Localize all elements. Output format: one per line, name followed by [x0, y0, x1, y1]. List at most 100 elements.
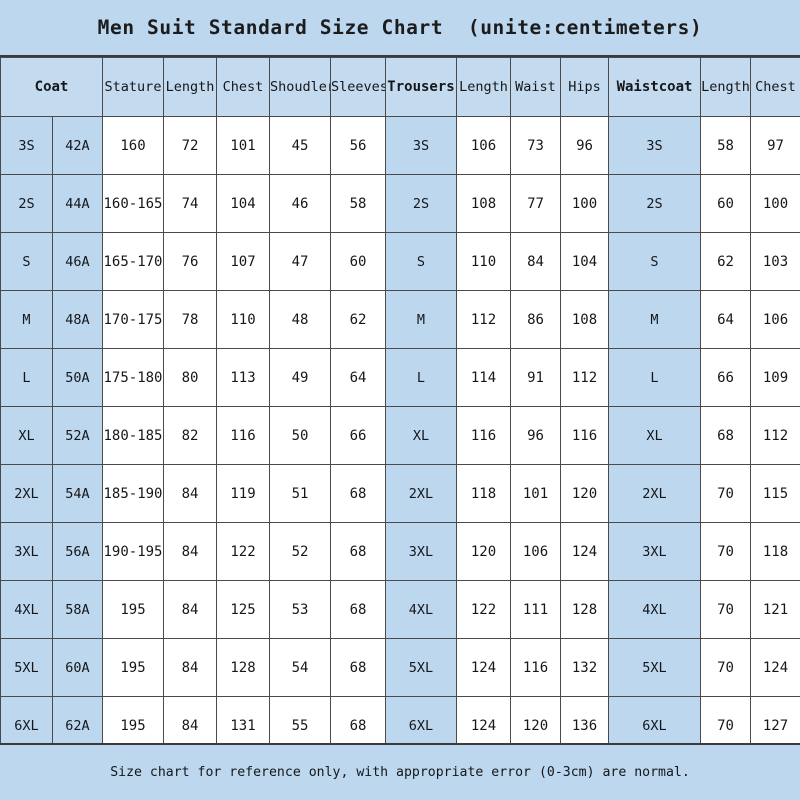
cell-waist: 73 [510, 116, 561, 175]
cell-stature: 185-190 [102, 464, 164, 523]
table-row: XL 52A 180-185 82 116 50 66 XL 116 96 116 XL 68 112 [0, 406, 800, 465]
cell-shoulder: 55 [269, 696, 331, 743]
cell-waist: 86 [510, 290, 561, 349]
cell-waistcoat-length: 70 [700, 580, 751, 639]
cell-sleeves: 68 [330, 522, 386, 581]
cell-waistcoat-chest: 112 [750, 406, 800, 465]
cell-coat-size: 3XL [0, 522, 53, 581]
cell-trousers-length: 124 [456, 638, 511, 697]
column-header-coat-chest: Chest [216, 57, 270, 117]
cell-hips: 128 [560, 580, 609, 639]
cell-coat-number: 50A [52, 348, 103, 407]
table-row: 5XL 60A 195 84 128 54 68 5XL 124 116 132 5XL 70 124 [0, 638, 800, 697]
cell-trousers-length: 116 [456, 406, 511, 465]
cell-waist: 77 [510, 174, 561, 233]
cell-coat-length: 82 [163, 406, 217, 465]
cell-trousers-size: L [385, 348, 457, 407]
cell-waistcoat-chest: 100 [750, 174, 800, 233]
cell-waistcoat-length: 66 [700, 348, 751, 407]
cell-hips: 132 [560, 638, 609, 697]
cell-waistcoat-length: 58 [700, 116, 751, 175]
cell-coat-number: 44A [52, 174, 103, 233]
cell-hips: 96 [560, 116, 609, 175]
column-header-waistcoat: Waistcoat [608, 57, 701, 117]
table-row: 3S 42A 160 72 101 45 56 3S 106 73 96 3S 58 97 [0, 116, 800, 175]
cell-coat-number: 60A [52, 638, 103, 697]
cell-sleeves: 62 [330, 290, 386, 349]
cell-coat-size: 4XL [0, 580, 53, 639]
cell-trousers-size: 2XL [385, 464, 457, 523]
column-header-sleeves: Sleeves [330, 57, 386, 117]
cell-coat-number: 54A [52, 464, 103, 523]
cell-trousers-size: 3XL [385, 522, 457, 581]
cell-coat-chest: 125 [216, 580, 270, 639]
cell-coat-size: 2S [0, 174, 53, 233]
cell-coat-chest: 113 [216, 348, 270, 407]
cell-waistcoat-size: L [608, 348, 701, 407]
cell-stature: 170-175 [102, 290, 164, 349]
cell-waistcoat-length: 70 [700, 696, 751, 743]
cell-trousers-size: XL [385, 406, 457, 465]
cell-sleeves: 66 [330, 406, 386, 465]
cell-shoulder: 51 [269, 464, 331, 523]
cell-waistcoat-chest: 121 [750, 580, 800, 639]
cell-coat-chest: 119 [216, 464, 270, 523]
table-row: 6XL 62A 195 84 131 55 68 6XL 124 120 136 6XL 70 127 [0, 696, 800, 743]
cell-trousers-size: 2S [385, 174, 457, 233]
cell-coat-length: 84 [163, 696, 217, 743]
table-row: 2S 44A 160-165 74 104 46 58 2S 108 77 100 2S 60 100 [0, 174, 800, 233]
cell-sleeves: 56 [330, 116, 386, 175]
cell-trousers-length: 122 [456, 580, 511, 639]
cell-coat-length: 84 [163, 638, 217, 697]
cell-coat-chest: 110 [216, 290, 270, 349]
column-header-waistcoat-chest: Chest [750, 57, 800, 117]
cell-hips: 100 [560, 174, 609, 233]
size-chart-root: Men Suit Standard Size Chart (unite:cent… [0, 0, 800, 800]
cell-waist: 120 [510, 696, 561, 743]
cell-shoulder: 54 [269, 638, 331, 697]
cell-trousers-length: 124 [456, 696, 511, 743]
cell-coat-chest: 101 [216, 116, 270, 175]
cell-shoulder: 47 [269, 232, 331, 291]
page-title: Men Suit Standard Size Chart (unite:cent… [97, 16, 703, 39]
column-header-hips: Hips [560, 57, 609, 117]
cell-trousers-size: 3S [385, 116, 457, 175]
cell-coat-size: XL [0, 406, 53, 465]
footer-note: Size chart for reference only, with appr… [110, 765, 690, 780]
cell-coat-chest: 122 [216, 522, 270, 581]
header-row: Coat Stature Length Chest Shoudler Sleev… [0, 57, 800, 117]
cell-coat-length: 84 [163, 464, 217, 523]
cell-waistcoat-chest: 106 [750, 290, 800, 349]
cell-shoulder: 49 [269, 348, 331, 407]
cell-trousers-size: S [385, 232, 457, 291]
cell-waistcoat-size: M [608, 290, 701, 349]
cell-hips: 116 [560, 406, 609, 465]
cell-coat-number: 52A [52, 406, 103, 465]
column-header-waist: Waist [510, 57, 561, 117]
cell-trousers-size: 6XL [385, 696, 457, 743]
cell-sleeves: 64 [330, 348, 386, 407]
size-table-container: Coat Stature Length Chest Shoudler Sleev… [0, 57, 800, 743]
table-row: S 46A 165-170 76 107 47 60 S 110 84 104 S 62 103 [0, 232, 800, 291]
cell-trousers-length: 106 [456, 116, 511, 175]
cell-coat-size: L [0, 348, 53, 407]
cell-stature: 160-165 [102, 174, 164, 233]
table-row: L 50A 175-180 80 113 49 64 L 114 91 112 L 66 109 [0, 348, 800, 407]
cell-waistcoat-size: 2S [608, 174, 701, 233]
cell-waistcoat-chest: 109 [750, 348, 800, 407]
cell-waistcoat-size: 4XL [608, 580, 701, 639]
cell-coat-size: 6XL [0, 696, 53, 743]
cell-coat-number: 56A [52, 522, 103, 581]
cell-trousers-length: 108 [456, 174, 511, 233]
cell-waistcoat-length: 70 [700, 464, 751, 523]
size-table: Coat Stature Length Chest Shoudler Sleev… [0, 57, 800, 743]
cell-trousers-length: 120 [456, 522, 511, 581]
cell-stature: 195 [102, 638, 164, 697]
cell-waist: 91 [510, 348, 561, 407]
cell-coat-length: 78 [163, 290, 217, 349]
cell-coat-chest: 128 [216, 638, 270, 697]
cell-waistcoat-length: 70 [700, 638, 751, 697]
cell-shoulder: 53 [269, 580, 331, 639]
cell-coat-size: 5XL [0, 638, 53, 697]
cell-stature: 195 [102, 580, 164, 639]
